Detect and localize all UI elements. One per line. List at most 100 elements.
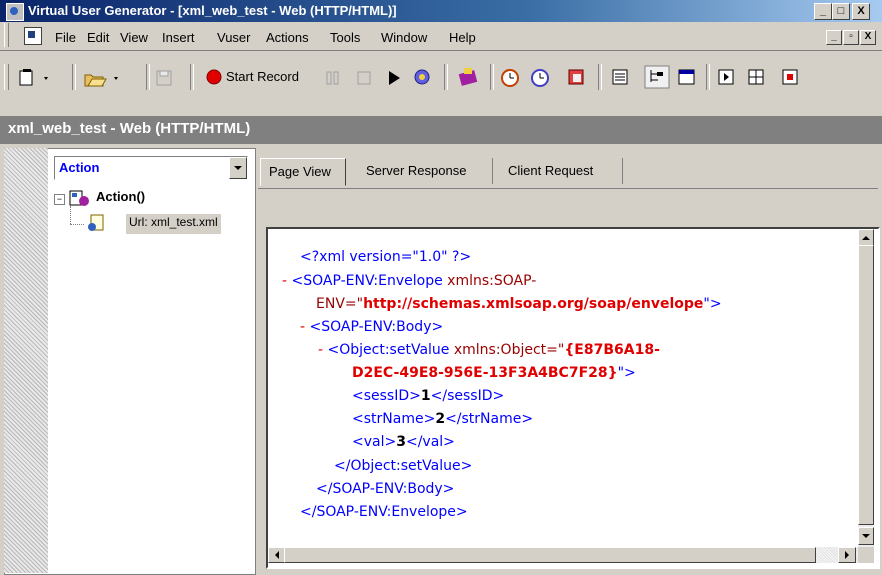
tab-client-request-label: Client Request (508, 163, 594, 178)
xml-attr: xmlns:SOAP- (447, 273, 537, 289)
xml-sessid: <sessID>1</sessID> (352, 388, 504, 404)
collapse-icon[interactable]: − (54, 194, 65, 205)
xml-tag: <sessID> (352, 388, 421, 404)
document-icon[interactable] (24, 27, 42, 45)
xml-tag-end: "> (617, 365, 636, 381)
toolbar-separator (146, 64, 150, 90)
menu-edit[interactable]: Edit (87, 30, 109, 45)
tree-panel-margin (4, 148, 48, 573)
transaction-start-icon[interactable] (498, 66, 524, 88)
script-header: xml_web_test - Web (HTTP/HTML) (0, 116, 882, 144)
action-selector-combo[interactable]: Action (54, 156, 248, 180)
xml-attr: xmlns:Object=" (453, 342, 565, 358)
url-step-label[interactable]: Url: xml_test.xml (126, 214, 221, 234)
menu-vuser[interactable]: Vuser (217, 30, 250, 45)
xml-object-close: </Object:setValue> (334, 458, 473, 474)
xml-attr: ENV=" (316, 296, 364, 312)
xml-envelope-ns: ENV="http://schemas.xmlsoap.org/soap/env… (316, 296, 722, 312)
compile-gear-icon[interactable] (410, 66, 434, 88)
arrow-down-icon (862, 534, 870, 538)
maximize-button[interactable]: □ (832, 3, 850, 20)
xml-body-open: - <SOAP-ENV:Body> (300, 319, 443, 335)
horizontal-scroll-thumb[interactable] (284, 547, 816, 563)
tree-connector (70, 206, 72, 224)
menu-bar: File Edit View Insert Vuser Actions Tool… (0, 22, 882, 51)
xml-envelope-open: - <SOAP-ENV:Envelope xmlns:SOAP- (282, 273, 536, 289)
rendezvous-icon[interactable] (564, 66, 590, 88)
xml-attr-value: {E87B6A18- (564, 342, 660, 358)
mdi-close-button[interactable]: X (860, 30, 876, 45)
tab-page-view[interactable]: Page View (260, 158, 346, 186)
vertical-scroll-thumb[interactable] (858, 245, 874, 525)
start-record-button[interactable]: Start Record (204, 66, 320, 88)
menu-actions[interactable]: Actions (266, 30, 309, 45)
run-icon[interactable] (384, 68, 406, 88)
xml-tag: <strName> (352, 411, 436, 427)
xml-attr-value: D2EC-49E8-956E-13F3A4BC7F28} (352, 365, 618, 381)
menu-tools[interactable]: Tools (330, 30, 360, 45)
save-icon[interactable] (154, 68, 176, 88)
toolbar-separator (706, 64, 710, 90)
show-tree-pane-icon[interactable] (716, 67, 738, 87)
action-tree-root[interactable]: Action() (96, 189, 145, 204)
xml-tag-end: "> (703, 296, 722, 312)
xml-tag: <SOAP-ENV:Envelope (291, 273, 443, 289)
collapse-toggle[interactable]: - (282, 273, 287, 289)
title-bar: Virtual User Generator - [xml_web_test -… (0, 0, 882, 22)
xml-tag: <val> (352, 434, 397, 450)
xml-value: 1 (420, 388, 431, 404)
xml-declaration: <?xml version="1.0" ?> (300, 249, 472, 265)
xml-body-close: </SOAP-ENV:Body> (316, 481, 455, 497)
xml-value: 2 (435, 411, 446, 427)
menu-insert[interactable]: Insert (162, 30, 195, 45)
mdi-restore-button[interactable]: ▫ (843, 30, 859, 45)
chevron-down-icon[interactable] (229, 157, 247, 179)
open-folder-icon[interactable] (82, 67, 126, 89)
script-view-icon[interactable] (610, 67, 632, 87)
pause-icon[interactable] (322, 68, 344, 88)
collapse-toggle[interactable]: - (300, 319, 305, 335)
stop-icon[interactable] (354, 68, 376, 88)
grid-view-icon[interactable] (746, 67, 768, 87)
thumbnail-view-icon[interactable] (676, 67, 698, 87)
toolbar-separator (490, 64, 494, 90)
toolbar: Start Record (0, 50, 882, 112)
xml-object-guid: D2EC-49E8-956E-13F3A4BC7F28}"> (352, 365, 636, 381)
menu-file[interactable]: File (55, 30, 76, 45)
tab-page-view-label: Page View (269, 164, 331, 179)
toolbar-separator (598, 64, 602, 90)
menu-help[interactable]: Help (449, 30, 476, 45)
arrow-right-icon (845, 551, 849, 559)
xml-value: 3 (396, 434, 406, 450)
window-title: Virtual User Generator - [xml_web_test -… (28, 3, 397, 18)
breakpoint-icon[interactable] (780, 67, 802, 87)
menubar-grip[interactable] (4, 23, 9, 47)
xml-object-open: - <Object:setValue xmlns:Object="{E87B6A… (318, 342, 660, 358)
minimize-button[interactable]: _ (814, 3, 832, 20)
scroll-down-button[interactable] (858, 527, 874, 545)
tools-purple-icon[interactable] (456, 66, 482, 88)
close-button[interactable]: X (852, 3, 870, 20)
transaction-end-icon[interactable] (528, 66, 554, 88)
tree-view-icon[interactable] (644, 65, 670, 89)
tab-server-response-label: Server Response (366, 163, 467, 178)
new-script-icon[interactable] (16, 67, 56, 89)
arrow-left-icon (275, 551, 279, 559)
toolbar-grip[interactable] (4, 64, 9, 90)
collapse-toggle[interactable]: - (318, 342, 323, 358)
tab-server-response[interactable]: Server Response (354, 158, 493, 184)
xml-attr-value: http://schemas.xmlsoap.org/soap/envelope (363, 296, 704, 312)
arrow-up-icon (862, 236, 870, 240)
action-tree: − Action() Url: xml_test.xml (54, 188, 254, 236)
menu-view[interactable]: View (120, 30, 148, 45)
toolbar-separator (444, 64, 448, 90)
xml-tag: </val> (405, 434, 455, 450)
xml-tag: </sessID> (430, 388, 505, 404)
xml-strname: <strName>2</strName> (352, 411, 533, 427)
action-icon (69, 190, 89, 206)
menu-window[interactable]: Window (381, 30, 427, 45)
mdi-minimize-button[interactable]: _ (826, 30, 842, 45)
scrollbar-corner (858, 547, 874, 563)
scroll-right-button[interactable] (838, 547, 856, 563)
tab-client-request[interactable]: Client Request (494, 158, 623, 184)
